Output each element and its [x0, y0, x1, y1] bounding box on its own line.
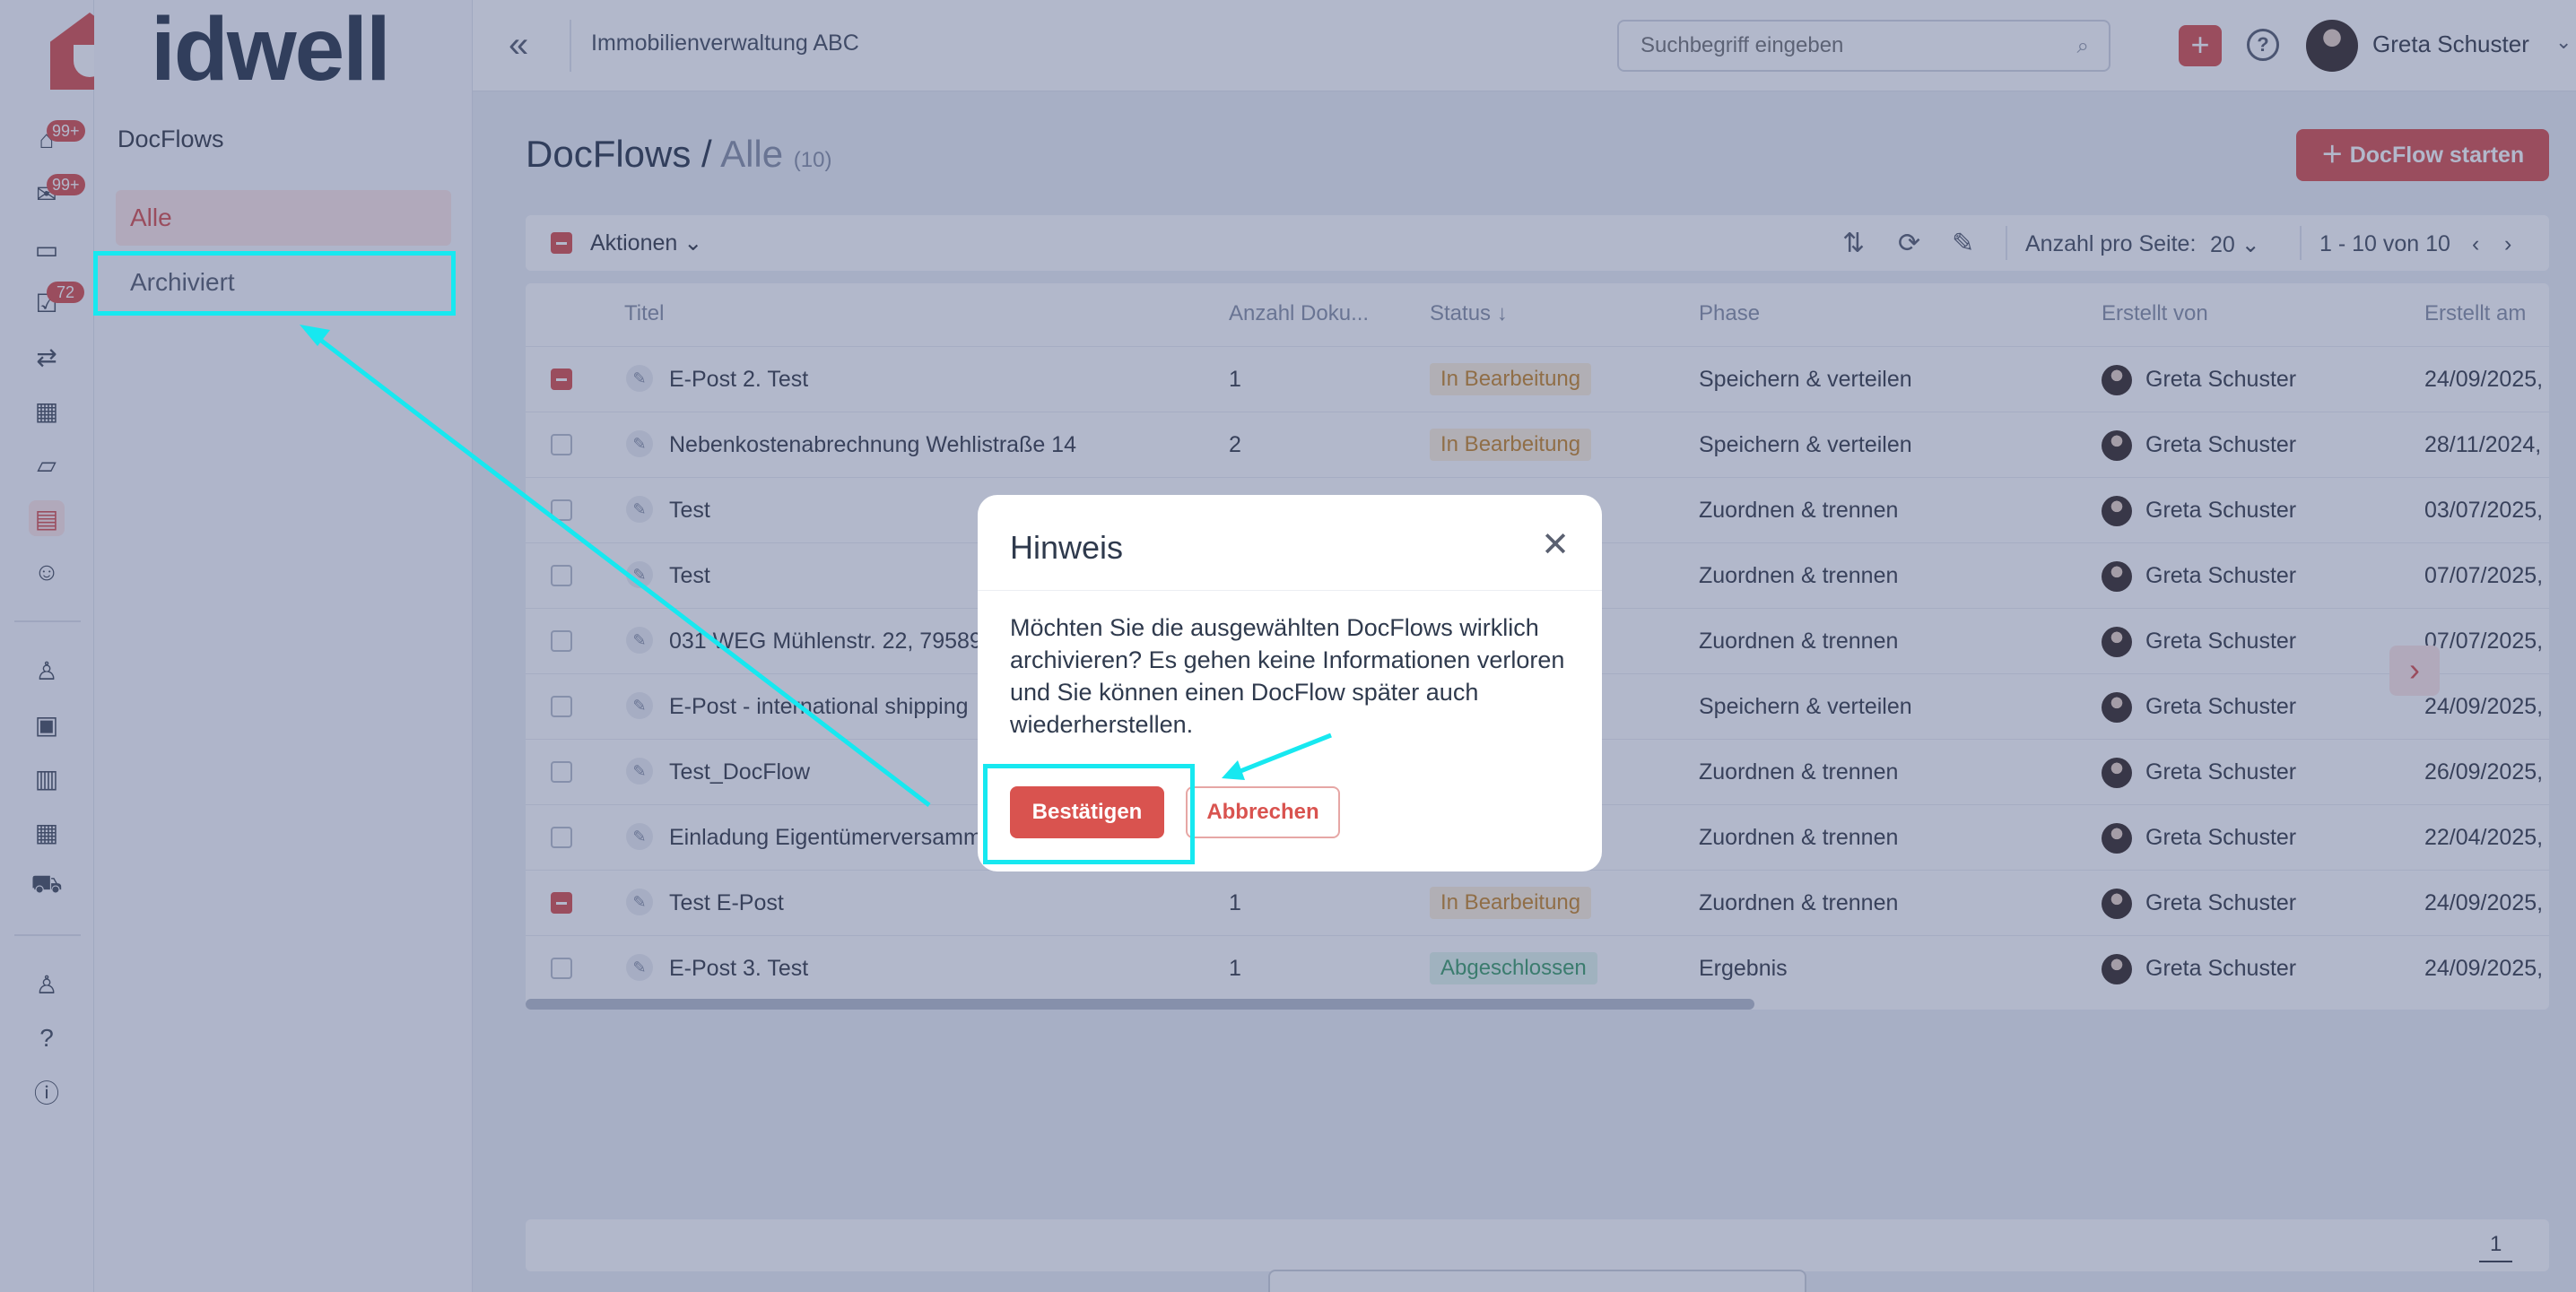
arrow-to-confirm — [1235, 733, 1332, 776]
arrow-to-archiviert — [310, 332, 931, 807]
annotation-arrows — [300, 325, 1332, 807]
